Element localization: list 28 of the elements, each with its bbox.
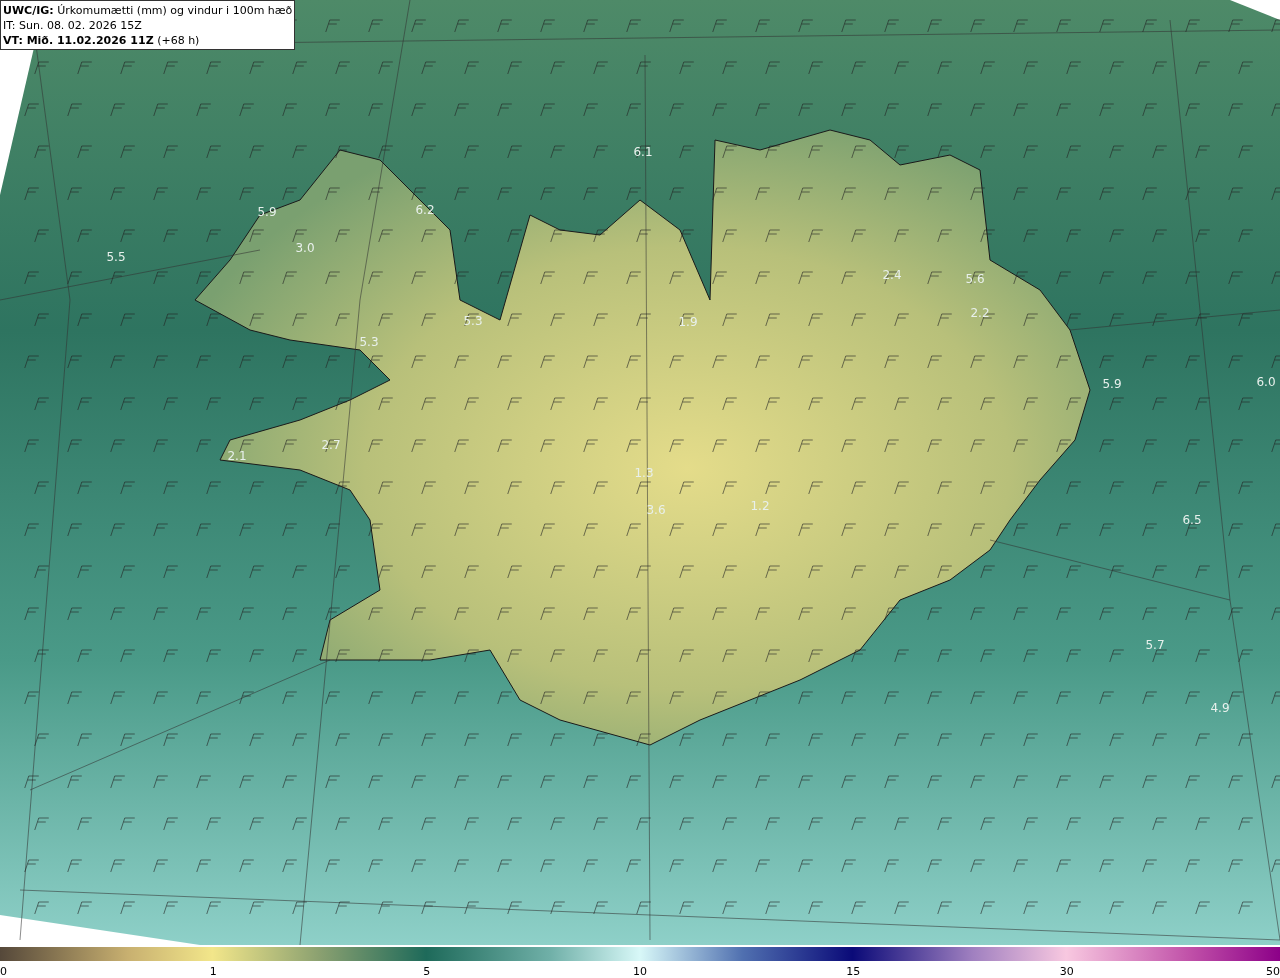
value-label: 5.6 [965, 272, 985, 286]
value-label: 1.9 [678, 315, 698, 329]
colorbar-tick-label: 30 [1059, 965, 1074, 978]
value-label: 5.9 [1102, 377, 1122, 391]
value-label: 6.1 [633, 145, 653, 159]
value-label: 4.9 [1210, 701, 1230, 715]
value-label: 2.1 [227, 449, 247, 463]
value-label: 3.0 [295, 241, 315, 255]
value-label: 6.0 [1256, 375, 1276, 389]
title-text: IT: Sun. 08. 02. 2026 15Z [3, 18, 143, 33]
title-text: UWC/IG: Úrkomumætti (mm) og vindur i 100m hæð [3, 3, 293, 18]
title-text: VT: Mið. 11.02.2026 11Z (+68 h) [3, 33, 201, 48]
value-label: 2.7 [321, 438, 341, 452]
value-label: 6.5 [1182, 513, 1202, 527]
value-label: 1.2 [750, 499, 770, 513]
value-label: 2.2 [970, 306, 990, 320]
colorbar-tick-label: 15 [846, 965, 861, 978]
colorbar-tick-label: 0 [0, 965, 7, 978]
colorbar-tick-label: 5 [423, 965, 431, 978]
value-label: 5.7 [1145, 638, 1165, 652]
value-label: 2.4 [882, 268, 902, 282]
value-label: 5.9 [257, 205, 277, 219]
colorbar-tick-label: 1 [209, 965, 217, 978]
colorbar-tick-label: 50 [1266, 965, 1280, 978]
value-label: 5.3 [359, 335, 379, 349]
value-label: 5.5 [106, 250, 126, 264]
colorbar-tick-label: 10 [633, 965, 647, 978]
value-label: 5.3 [463, 314, 483, 328]
